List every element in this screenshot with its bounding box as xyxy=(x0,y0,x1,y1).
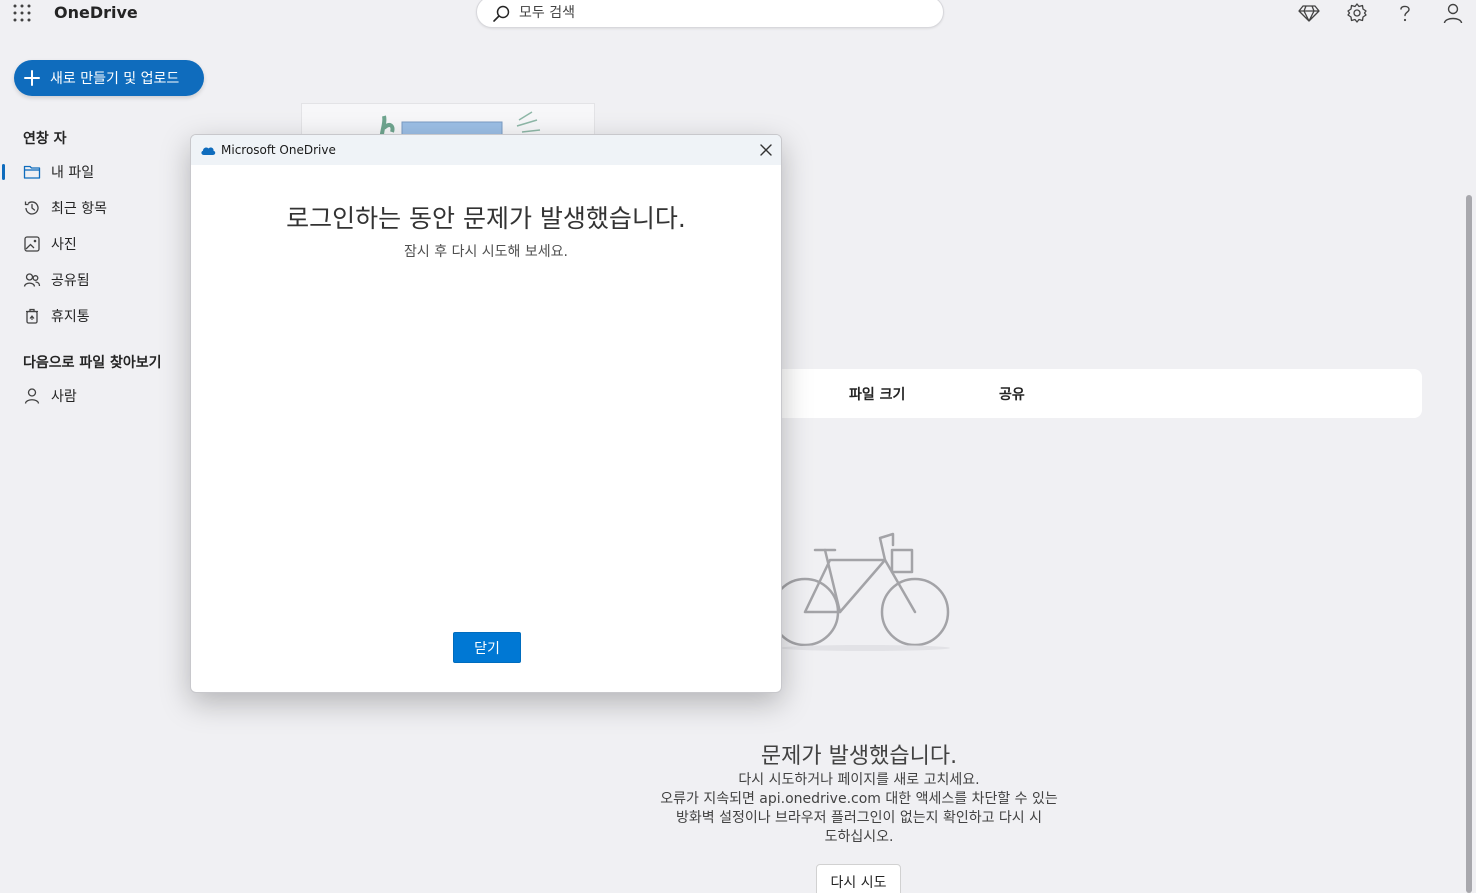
main-error-description: 다시 시도하거나 페이지를 새로 고치세요. 오류가 지속되면 api.oned… xyxy=(655,771,1063,847)
recycle-bin-icon xyxy=(26,308,38,324)
sidebar-item-label: 사람 xyxy=(51,389,77,405)
sidebar-item-recent[interactable]: 최근 항목 xyxy=(0,193,190,223)
bicycle-illustration xyxy=(770,532,950,651)
error-line: 다시 시도하거나 페이지를 새로 고치세요. xyxy=(738,772,980,788)
app-name[interactable]: OneDrive xyxy=(54,3,138,22)
dialog-heading: 로그인하는 동안 문제가 발생했습니다. xyxy=(286,204,686,233)
search-box[interactable] xyxy=(476,0,944,28)
account-avatar-icon[interactable] xyxy=(1442,2,1464,24)
column-header-sharing[interactable]: 공유 xyxy=(999,384,1025,404)
help-icon[interactable] xyxy=(1394,2,1416,24)
create-upload-label: 새로 만들기 및 업로드 xyxy=(50,71,180,87)
dialog-subtext: 잠시 후 다시 시도해 보세요. xyxy=(404,244,568,260)
error-line: 오류가 지속되면 api.onedrive.com 대한 액세스를 차단할 수 … xyxy=(660,791,1058,807)
plus-icon xyxy=(24,70,40,86)
sidebar-item-label: 내 파일 xyxy=(51,165,95,181)
retry-button[interactable]: 다시 시도 xyxy=(816,864,901,893)
sidebar-item-people[interactable]: 사람 xyxy=(0,381,190,411)
sidebar-section-quick: 연창 자 xyxy=(23,131,67,147)
sidebar-item-label: 최근 항목 xyxy=(51,201,107,217)
settings-gear-icon[interactable] xyxy=(1346,2,1368,24)
app-launcher-icon[interactable] xyxy=(13,4,31,22)
error-line: 방화벽 설정이나 브라우저 플러그인이 없는지 확인하고 다시 시 xyxy=(675,810,1043,826)
error-line: 도하십시오. xyxy=(824,829,894,845)
shared-icon xyxy=(23,273,41,287)
sidebar-item-label: 사진 xyxy=(51,237,77,253)
sidebar-section-browse: 다음으로 파일 찾아보기 xyxy=(23,355,162,371)
file-list-header: 파일 크기 공유 xyxy=(760,369,1422,418)
dialog-close-button[interactable]: 닫기 xyxy=(453,632,521,663)
sign-in-error-dialog: Microsoft OneDrive 로그인하는 동안 문제가 발생했습니다. … xyxy=(190,134,782,693)
sidebar-item-recycle-bin[interactable]: 휴지통 xyxy=(0,301,190,331)
main-error-title: 문제가 발생했습니다. xyxy=(760,744,958,769)
dialog-titlebar[interactable]: Microsoft OneDrive xyxy=(191,135,781,165)
sidebar-item-label: 공유됨 xyxy=(51,273,90,289)
sidebar-item-shared[interactable]: 공유됨 xyxy=(0,265,190,295)
column-header-file-size[interactable]: 파일 크기 xyxy=(849,384,905,404)
photo-icon xyxy=(24,236,40,252)
premium-diamond-icon[interactable] xyxy=(1298,2,1320,24)
create-upload-button[interactable]: 새로 만들기 및 업로드 xyxy=(14,60,204,96)
sidebar-item-label: 휴지통 xyxy=(51,309,90,325)
sidebar-item-my-files[interactable]: 내 파일 xyxy=(0,157,190,187)
close-icon[interactable] xyxy=(757,141,775,159)
onedrive-cloud-icon xyxy=(201,147,216,155)
page-scrollbar[interactable] xyxy=(1466,195,1472,893)
person-icon xyxy=(24,388,40,404)
search-input[interactable] xyxy=(519,3,919,23)
sidebar-item-photos[interactable]: 사진 xyxy=(0,229,190,259)
search-icon xyxy=(493,5,510,22)
dialog-window-title: Microsoft OneDrive xyxy=(221,143,336,157)
recent-icon xyxy=(24,201,39,215)
top-bar: OneDrive xyxy=(0,0,1476,28)
folder-icon xyxy=(23,165,41,179)
